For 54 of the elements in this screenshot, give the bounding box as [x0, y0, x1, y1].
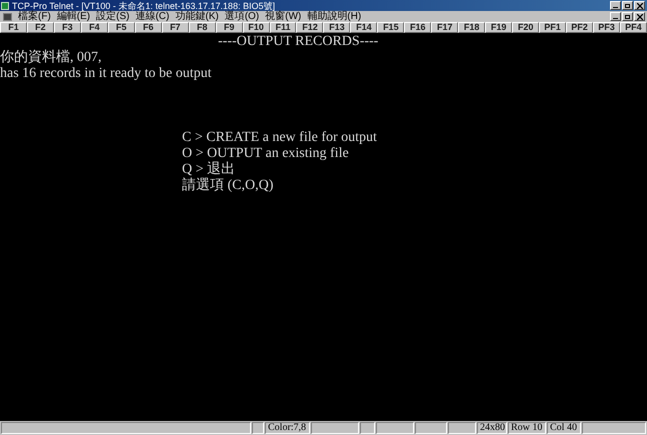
menu-option: 請選項 (C,O,Q) [182, 178, 274, 194]
status-col: Col 40 [547, 422, 581, 434]
menu-item[interactable]: 設定(S) [96, 12, 130, 22]
function-key[interactable]: F9 [216, 22, 243, 33]
status-row: Row 10 [508, 422, 546, 434]
function-key[interactable]: F7 [162, 22, 189, 33]
restore-icon[interactable] [622, 12, 633, 21]
function-key[interactable]: F10 [242, 22, 270, 33]
document-icon [3, 12, 12, 20]
function-key[interactable]: F20 [512, 22, 540, 33]
function-key[interactable]: F18 [458, 22, 486, 33]
status-panel [415, 422, 447, 434]
function-key[interactable]: PF1 [539, 22, 566, 33]
window-title: TCP-Pro Telnet - [VT100 - 未命名1: telnet-163.17.17.188: BIO5號] [12, 0, 275, 10]
function-key[interactable]: F15 [377, 22, 404, 33]
menu-option: O > OUTPUT an existing file [182, 146, 349, 162]
function-key[interactable]: PF2 [566, 22, 593, 33]
function-key[interactable]: PF4 [620, 22, 647, 33]
status-panel [448, 422, 476, 434]
close-icon[interactable] [634, 1, 645, 10]
menu-item[interactable]: 輔助說明(H) [307, 12, 362, 22]
terminal-text: 你的資料檔, 007, [0, 50, 102, 66]
screen-heading: ----OUTPUT RECORDS---- [218, 34, 378, 50]
status-color: Color:7,8 [265, 422, 310, 434]
minimize-icon[interactable] [610, 12, 621, 21]
function-key[interactable]: F19 [485, 22, 512, 33]
function-key[interactable]: F13 [323, 22, 350, 33]
menu-item[interactable]: 功能鍵(K) [175, 12, 219, 22]
function-key[interactable]: F17 [431, 22, 458, 33]
status-size: 24x80 [477, 422, 507, 434]
menu-item[interactable]: 編輯(E) [56, 12, 90, 22]
terminal-text: has 16 records in it ready to be output [0, 66, 212, 82]
close-icon[interactable] [634, 12, 645, 21]
menu-option: Q > 退出 [182, 162, 236, 178]
function-key[interactable]: F14 [350, 22, 378, 33]
minimize-icon[interactable] [610, 1, 621, 10]
function-key[interactable]: F16 [404, 22, 432, 33]
function-key[interactable]: F6 [134, 22, 162, 33]
function-key[interactable]: F11 [270, 22, 296, 33]
app-icon [1, 2, 9, 10]
function-key[interactable]: F2 [26, 22, 54, 33]
function-key[interactable]: F5 [108, 22, 135, 33]
restore-icon[interactable] [622, 1, 633, 10]
function-key[interactable]: F8 [188, 22, 216, 33]
menu-item[interactable]: 選項(O) [224, 12, 260, 22]
menu-item[interactable]: 視窗(W) [265, 12, 302, 22]
status-panel [582, 422, 646, 434]
menu-option: C > CREATE a new file for output [182, 130, 377, 146]
menu-item[interactable]: 連線(C) [135, 12, 170, 22]
function-key[interactable]: F12 [296, 22, 324, 33]
function-key[interactable]: PF3 [592, 22, 620, 33]
function-key[interactable]: F3 [54, 22, 81, 33]
function-key[interactable]: F4 [80, 22, 108, 33]
function-key[interactable]: F1 [0, 22, 27, 33]
